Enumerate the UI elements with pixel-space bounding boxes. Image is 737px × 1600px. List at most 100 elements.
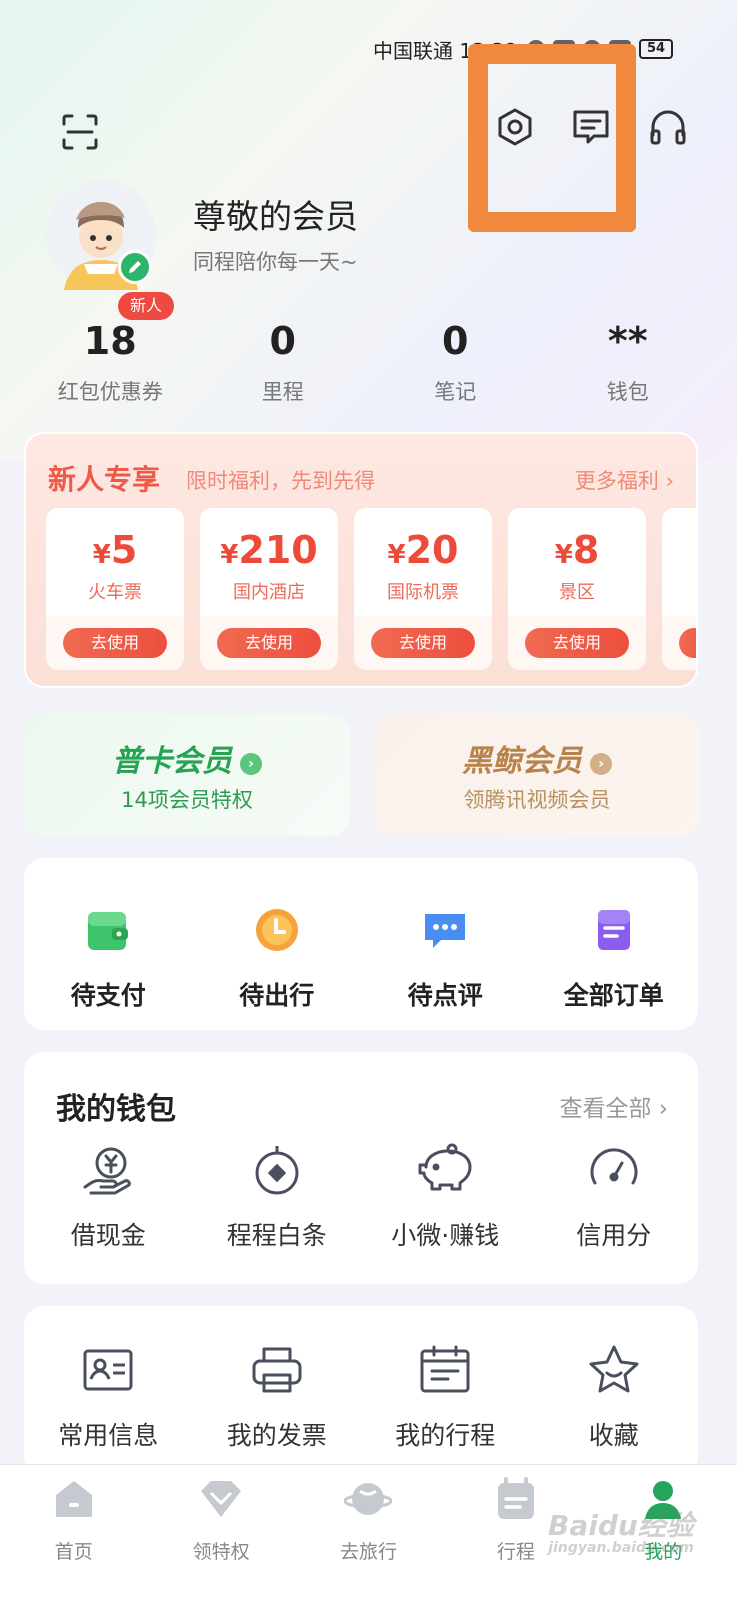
wallet-panel: 我的钱包 查看全部 › 借现金 程程白条 小微·赚钱 信用分 [24,1052,698,1284]
clock-icon [247,900,307,960]
customer-service-icon[interactable] [644,104,692,150]
order-all[interactable]: 全部订单 [530,900,699,1012]
stat-value: 0 [269,319,296,363]
stats-row: 18 红包优惠券 0 里程 0 笔记 ** 钱包 [24,318,714,406]
coupon-name: 国际机票 [387,582,459,603]
stat-value: 18 [83,319,137,363]
gauge-icon [584,1140,644,1200]
id-card-icon [78,1340,138,1400]
stat-mileage[interactable]: 0 里程 [197,318,370,406]
newcomer-subtitle: 限时福利，先到先得 [186,469,375,493]
tab-privileges[interactable]: 领特权 [147,1465,294,1600]
coupon-list: ¥5 火车票 去使用 ¥210 国内酒店 去使用 ¥20 国际机票 去使用 ¥8… [46,508,696,670]
cash-hand-icon [78,1140,138,1200]
document-icon [584,900,644,960]
battery-icon: 54 [639,39,673,59]
wallet-icon [78,900,138,960]
newcomer-title: 新人专享 [48,463,161,496]
stat-label: 红包优惠券 [57,380,163,404]
black-whale-membership-card[interactable]: 黑鲸会员 › 领腾讯视频会员 [374,714,700,836]
wallet-item-label: 小微·赚钱 [391,1221,500,1250]
stat-value: 0 [442,319,469,363]
standard-membership-card[interactable]: 普卡会员 › 14项会员特权 [24,714,350,836]
member-name[interactable]: 尊敬的会员 [193,190,358,238]
planet-icon [344,1475,393,1523]
coupon-name: 国内酒店 [233,582,305,603]
services-panel: 常用信息 我的发票 我的行程 收藏 [24,1306,698,1476]
stat-coupons[interactable]: 18 红包优惠券 [24,318,197,406]
coupon-amount: ¥210 [220,528,318,572]
coupon-scenic[interactable]: ¥8 景区 去使用 [508,508,646,670]
use-coupon-button[interactable] [679,628,696,658]
stat-label: 笔记 [434,380,477,404]
itinerary-icon [492,1475,540,1523]
tab-label: 去旅行 [339,1541,397,1563]
coupon-amount: ¥5 [92,528,138,572]
stat-value: ** [607,319,648,363]
stat-label: 里程 [261,380,304,404]
coupon-name: 景区 [559,582,595,603]
use-coupon-button[interactable]: 去使用 [371,628,475,658]
order-label: 待支付 [70,981,146,1010]
coin-icon [247,1140,307,1200]
wallet-item-label: 程程白条 [226,1221,327,1250]
highlight-box [468,44,636,232]
service-label: 收藏 [588,1421,639,1450]
diamond-icon [197,1475,245,1523]
order-label: 待出行 [239,981,315,1010]
orders-panel: 待支付 待出行 待点评 全部订单 [24,858,698,1030]
coupon-name: 火车票 [88,582,142,603]
stat-notes[interactable]: 0 笔记 [369,318,542,406]
order-label: 待点评 [407,981,483,1010]
use-coupon-button[interactable]: 去使用 [217,628,321,658]
tab-travel[interactable]: 去旅行 [295,1465,442,1600]
piggy-bank-icon [415,1140,475,1200]
service-invoice[interactable]: 我的发票 [193,1340,362,1452]
membership-subtitle: 14项会员特权 [121,788,253,812]
service-itinerary[interactable]: 我的行程 [361,1340,530,1452]
order-pending-review[interactable]: 待点评 [361,900,530,1012]
more-benefits-link[interactable]: 更多福利 › [575,465,674,495]
membership-title: 黑鲸会员 › [374,736,700,780]
wallet-item-credit-score[interactable]: 信用分 [530,1140,699,1252]
comment-icon [415,900,475,960]
service-favorites[interactable]: 收藏 [530,1340,699,1452]
star-icon [584,1340,644,1400]
coupon-partial[interactable] [662,508,696,670]
use-coupon-button[interactable]: 去使用 [63,628,167,658]
wallet-item-label: 信用分 [576,1221,652,1250]
membership-title: 普卡会员 › [24,736,350,780]
coupon-train[interactable]: ¥5 火车票 去使用 [46,508,184,670]
coupon-intl-flight[interactable]: ¥20 国际机票 去使用 [354,508,492,670]
coupon-amount: ¥20 [387,528,459,572]
service-common-info[interactable]: 常用信息 [24,1340,193,1452]
coupon-hotel[interactable]: ¥210 国内酒店 去使用 [200,508,338,670]
service-label: 我的行程 [395,1421,496,1450]
order-label: 全部订单 [563,981,664,1010]
newcomer-card: 新人专享 限时福利，先到先得 更多福利 › ¥5 火车票 去使用 ¥210 国内… [24,432,698,688]
chevron-right-icon: › [590,753,612,775]
service-label: 我的发票 [226,1421,327,1450]
tab-label: 领特权 [192,1541,250,1563]
tab-label: 首页 [54,1541,93,1563]
edit-profile-icon[interactable] [118,250,152,284]
wallet-item-borrow-cash[interactable]: 借现金 [24,1140,193,1252]
tab-home[interactable]: 首页 [0,1465,147,1600]
order-pending-travel[interactable]: 待出行 [193,900,362,1012]
watermark: Baidu经验 jingyan.baidu.com [548,1509,694,1556]
scan-icon[interactable] [58,110,102,154]
service-label: 常用信息 [58,1421,159,1450]
view-all-link[interactable]: 查看全部 › [559,1089,668,1123]
home-icon [50,1475,98,1523]
stat-label: 钱包 [606,380,649,404]
use-coupon-button[interactable]: 去使用 [525,628,629,658]
wallet-title: 我的钱包 [56,1092,176,1127]
membership-subtitle: 领腾讯视频会员 [463,788,611,812]
wallet-item-credit[interactable]: 程程白条 [193,1140,362,1252]
printer-icon [247,1340,307,1400]
member-slogan: 同程陪你每一天~ [193,250,358,274]
wallet-item-earn[interactable]: 小微·赚钱 [361,1140,530,1252]
order-pending-payment[interactable]: 待支付 [24,900,193,1012]
wallet-item-label: 借现金 [70,1221,146,1250]
stat-wallet[interactable]: ** 钱包 [542,318,715,406]
